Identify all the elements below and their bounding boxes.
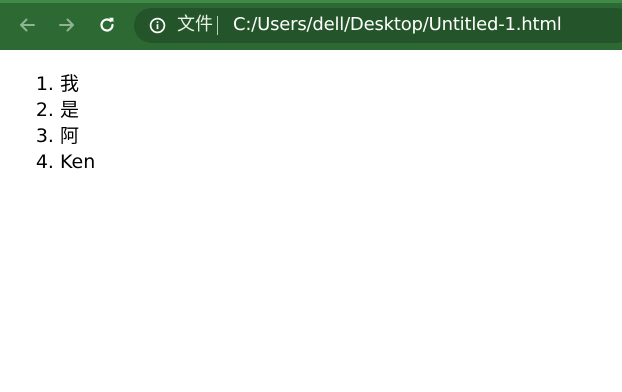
reload-icon	[100, 17, 114, 32]
info-icon[interactable]	[149, 17, 166, 34]
arrow-left-icon	[20, 18, 35, 32]
list-item: 阿	[60, 123, 95, 149]
file-scheme-label[interactable]: 文件	[177, 15, 213, 35]
address-bar[interactable]: 文件 C:/Users/dell/Desktop/Untitled-1.html	[134, 8, 622, 43]
url-text[interactable]: C:/Users/dell/Desktop/Untitled-1.html	[233, 15, 562, 35]
list-item: Ken	[60, 149, 95, 175]
ordered-list: 我 是 阿 Ken	[0, 71, 95, 175]
forward-button[interactable]	[53, 11, 81, 39]
arrow-right-icon	[59, 18, 74, 32]
toolbar-top-border	[0, 0, 622, 3]
list-item: 是	[60, 97, 95, 123]
back-button[interactable]	[13, 11, 41, 39]
list-item: 我	[60, 71, 95, 97]
browser-toolbar: 文件 C:/Users/dell/Desktop/Untitled-1.html	[0, 0, 622, 50]
page-content: 我 是 阿 Ken	[0, 50, 622, 392]
reload-button[interactable]	[93, 11, 121, 39]
omnibox-divider	[217, 16, 218, 35]
